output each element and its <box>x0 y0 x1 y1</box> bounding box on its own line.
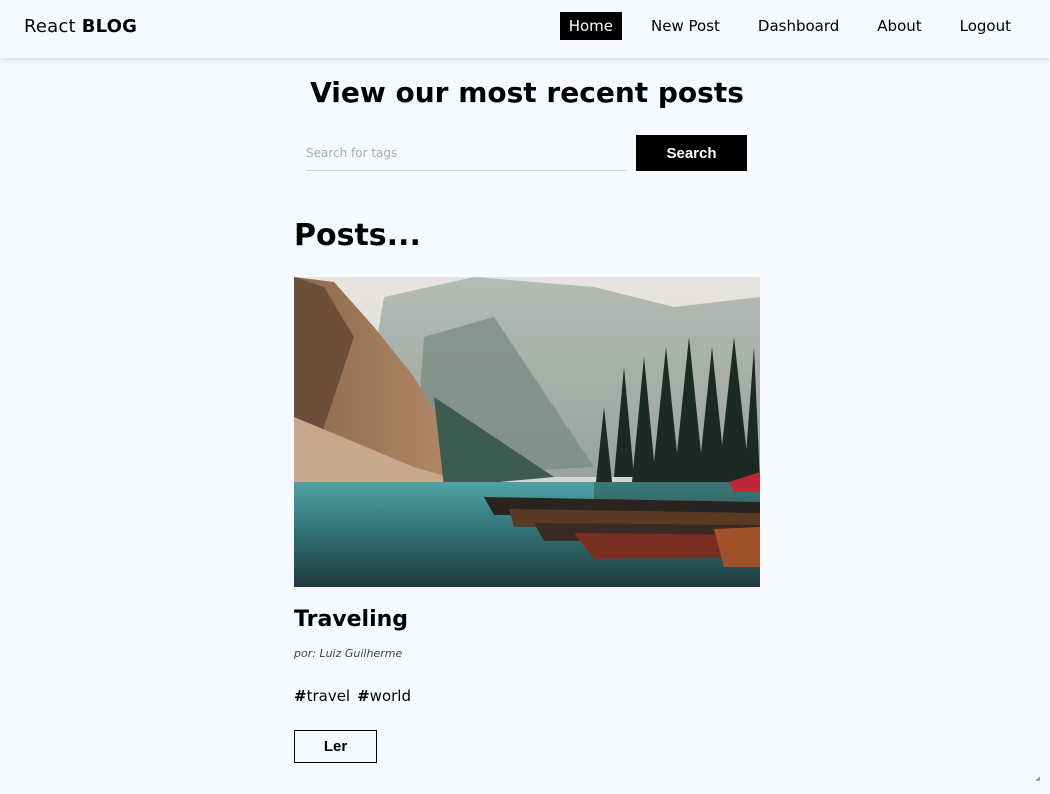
brand-logo[interactable]: React BLOG <box>24 16 137 37</box>
tag-hash: # <box>357 687 370 705</box>
nav-link-new-post[interactable]: New Post <box>642 12 729 40</box>
nav-link-logout[interactable]: Logout <box>951 12 1020 40</box>
nav-links: Home New Post Dashboard About Logout <box>540 12 1020 40</box>
tag-name: world <box>369 687 411 705</box>
posts-heading: Posts... <box>294 218 421 253</box>
nav-link-dashboard[interactable]: Dashboard <box>749 12 848 40</box>
page-title: View our most recent posts <box>310 76 744 109</box>
post-author: por: Luiz Guilherme <box>294 647 403 660</box>
post-image <box>294 277 760 587</box>
search-form: Search <box>306 135 747 171</box>
tag-hash: # <box>294 687 307 705</box>
search-button[interactable]: Search <box>636 135 747 171</box>
brand-text-regular: React <box>24 16 82 37</box>
tag-name: travel <box>306 687 351 705</box>
search-input[interactable] <box>306 135 627 171</box>
tag-travel[interactable]: #travel <box>294 687 350 705</box>
resize-grip-icon: ◢ <box>1035 775 1040 782</box>
post-title[interactable]: Traveling <box>294 607 408 632</box>
tag-world[interactable]: #world <box>357 687 411 705</box>
nav-link-home[interactable]: Home <box>559 12 623 40</box>
read-post-button[interactable]: Ler <box>294 730 377 763</box>
navbar: React BLOG Home New Post Dashboard About… <box>0 0 1050 58</box>
nav-link-about[interactable]: About <box>868 12 930 40</box>
brand-text-bold: BLOG <box>81 16 138 37</box>
post-tags: #travel #world <box>294 687 418 705</box>
